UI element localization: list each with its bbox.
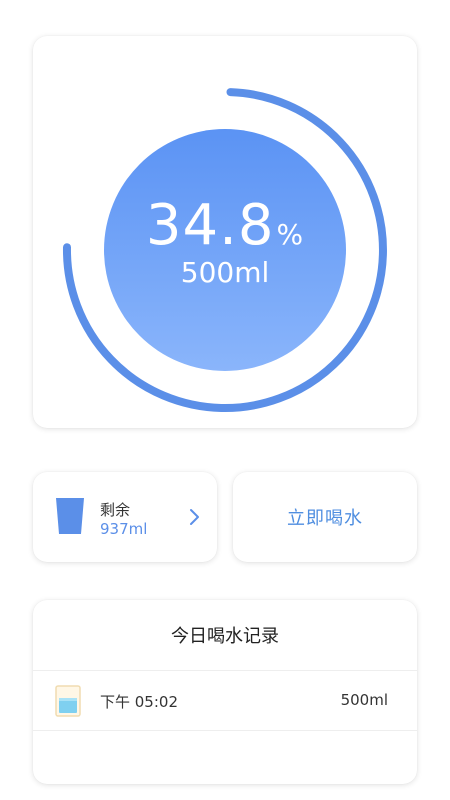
chevron-right-icon[interactable]	[186, 506, 204, 528]
progress-percent-sign: %	[276, 218, 305, 251]
remaining-card[interactable]: 剩余 937ml	[33, 472, 217, 562]
drink-now-label: 立即喝水	[287, 508, 363, 529]
record-row[interactable]: 下午 05:02 500ml	[33, 671, 417, 730]
progress-card: 34.8% 500ml	[33, 36, 417, 428]
drink-record-card: 今日喝水记录 下午 05:02 500ml	[33, 600, 417, 784]
record-divider-bottom	[33, 730, 417, 731]
progress-amount: 500ml	[180, 256, 270, 289]
drink-now-button[interactable]: 立即喝水	[233, 472, 417, 562]
water-glass-icon	[55, 685, 81, 717]
app-screen: 34.8% 500ml 剩余 937ml 立即喝水 今日喝水记录 下午 05:0…	[0, 0, 450, 800]
record-title: 今日喝水记录	[171, 626, 279, 647]
remaining-value: 937ml	[100, 520, 148, 538]
record-time: 下午 05:02	[100, 693, 178, 711]
progress-percent-value: 34.8	[145, 193, 275, 258]
record-amount: 500ml	[340, 691, 388, 709]
cup-icon	[56, 498, 84, 534]
remaining-label: 剩余	[100, 501, 131, 519]
